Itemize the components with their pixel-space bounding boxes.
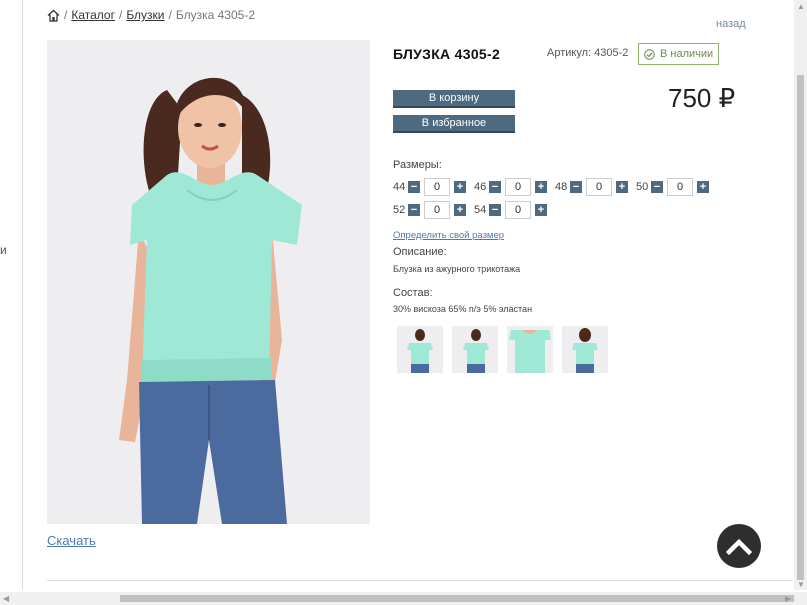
sizes-label: Размеры: xyxy=(393,159,442,171)
breadcrumb-separator: / xyxy=(64,8,68,22)
composition-label: Состав: xyxy=(393,287,433,299)
product-price: 750 ₽ xyxy=(668,83,736,113)
product-title: БЛУЗКА 4305-2 xyxy=(393,46,501,62)
chevron-up-icon xyxy=(726,538,752,555)
scroll-down-arrow-icon[interactable]: ▼ xyxy=(797,581,805,589)
download-link[interactable]: Скачать xyxy=(47,533,96,548)
plus-icon[interactable]: + xyxy=(535,204,547,216)
home-icon[interactable] xyxy=(47,9,60,22)
plus-icon[interactable]: + xyxy=(454,204,466,216)
minus-icon[interactable]: − xyxy=(408,181,420,193)
left-edge-text: и xyxy=(0,243,7,257)
scroll-up-arrow-icon[interactable]: ▲ xyxy=(797,3,805,11)
thumbnail-gallery xyxy=(397,326,608,373)
size-item-46: 46 − 0 + xyxy=(474,178,547,196)
description-label: Описание: xyxy=(393,246,447,258)
composition-text: 30% вискоза 65% п/э 5% эластан xyxy=(393,304,533,314)
breadcrumb-current: Блузка 4305-2 xyxy=(175,8,255,22)
add-to-favorites-button[interactable]: В избранное xyxy=(393,115,515,133)
quantity-input[interactable]: 0 xyxy=(424,178,450,196)
plus-icon[interactable]: + xyxy=(616,181,628,193)
breadcrumb-separator: / xyxy=(168,8,172,22)
thumbnail-detail[interactable] xyxy=(507,326,553,373)
stock-label: В наличии xyxy=(660,48,714,60)
size-number: 46 xyxy=(474,181,487,193)
left-divider xyxy=(22,0,23,590)
model-photo-illustration xyxy=(47,40,370,524)
plus-icon[interactable]: + xyxy=(535,181,547,193)
size-number: 50 xyxy=(636,181,649,193)
add-to-cart-button[interactable]: В корзину xyxy=(393,90,515,108)
scroll-right-arrow-icon[interactable]: ▶ xyxy=(785,595,791,603)
size-item-44: 44 − 0 + xyxy=(393,178,466,196)
article-number: Артикул: 4305-2 xyxy=(547,47,629,59)
minus-icon[interactable]: − xyxy=(489,181,501,193)
quantity-input[interactable]: 0 xyxy=(586,178,612,196)
size-item-52: 52 − 0 + xyxy=(393,201,466,219)
breadcrumb: / Каталог / Блузки / Блузка 4305-2 xyxy=(47,8,255,22)
product-main-photo[interactable] xyxy=(47,40,370,524)
size-item-54: 54 − 0 + xyxy=(474,201,547,219)
thumbnail-back[interactable] xyxy=(562,326,608,373)
quantity-input[interactable]: 0 xyxy=(424,201,450,219)
minus-icon[interactable]: − xyxy=(651,181,663,193)
minus-icon[interactable]: − xyxy=(408,204,420,216)
minus-icon[interactable]: − xyxy=(570,181,582,193)
thumbnail-front-2[interactable] xyxy=(452,326,498,373)
scroll-to-top-button[interactable] xyxy=(717,524,761,568)
quantity-input[interactable]: 0 xyxy=(505,178,531,196)
plus-icon[interactable]: + xyxy=(454,181,466,193)
breadcrumb-blouses-link[interactable]: Блузки xyxy=(126,8,164,22)
stock-badge: В наличии xyxy=(638,43,719,65)
breadcrumb-catalog-link[interactable]: Каталог xyxy=(71,8,115,22)
size-number: 52 xyxy=(393,204,406,216)
footer-divider xyxy=(47,580,792,581)
scroll-left-arrow-icon[interactable]: ◀ xyxy=(3,595,9,603)
size-row: 52 − 0 + 54 − 0 + xyxy=(393,201,555,219)
size-row: 44 − 0 + 46 − 0 + 48 − 0 + 50 − 0 + xyxy=(393,178,717,196)
size-number: 54 xyxy=(474,204,487,216)
breadcrumb-separator: / xyxy=(118,8,123,22)
vertical-scrollbar-thumb[interactable] xyxy=(797,75,804,580)
quantity-input[interactable]: 0 xyxy=(667,178,693,196)
thumbnail-front[interactable] xyxy=(397,326,443,373)
determine-size-link[interactable]: Определить свой размер xyxy=(393,230,504,241)
plus-icon[interactable]: + xyxy=(697,181,709,193)
size-number: 44 xyxy=(393,181,406,193)
size-item-50: 50 − 0 + xyxy=(636,178,709,196)
size-number: 48 xyxy=(555,181,568,193)
horizontal-scrollbar-thumb[interactable] xyxy=(120,595,794,602)
minus-icon[interactable]: − xyxy=(489,204,501,216)
back-link[interactable]: назад xyxy=(716,18,746,30)
check-circle-icon xyxy=(644,48,655,60)
description-text: Блузка из ажурного трикотажа xyxy=(393,264,521,274)
size-item-48: 48 − 0 + xyxy=(555,178,628,196)
quantity-input[interactable]: 0 xyxy=(505,201,531,219)
